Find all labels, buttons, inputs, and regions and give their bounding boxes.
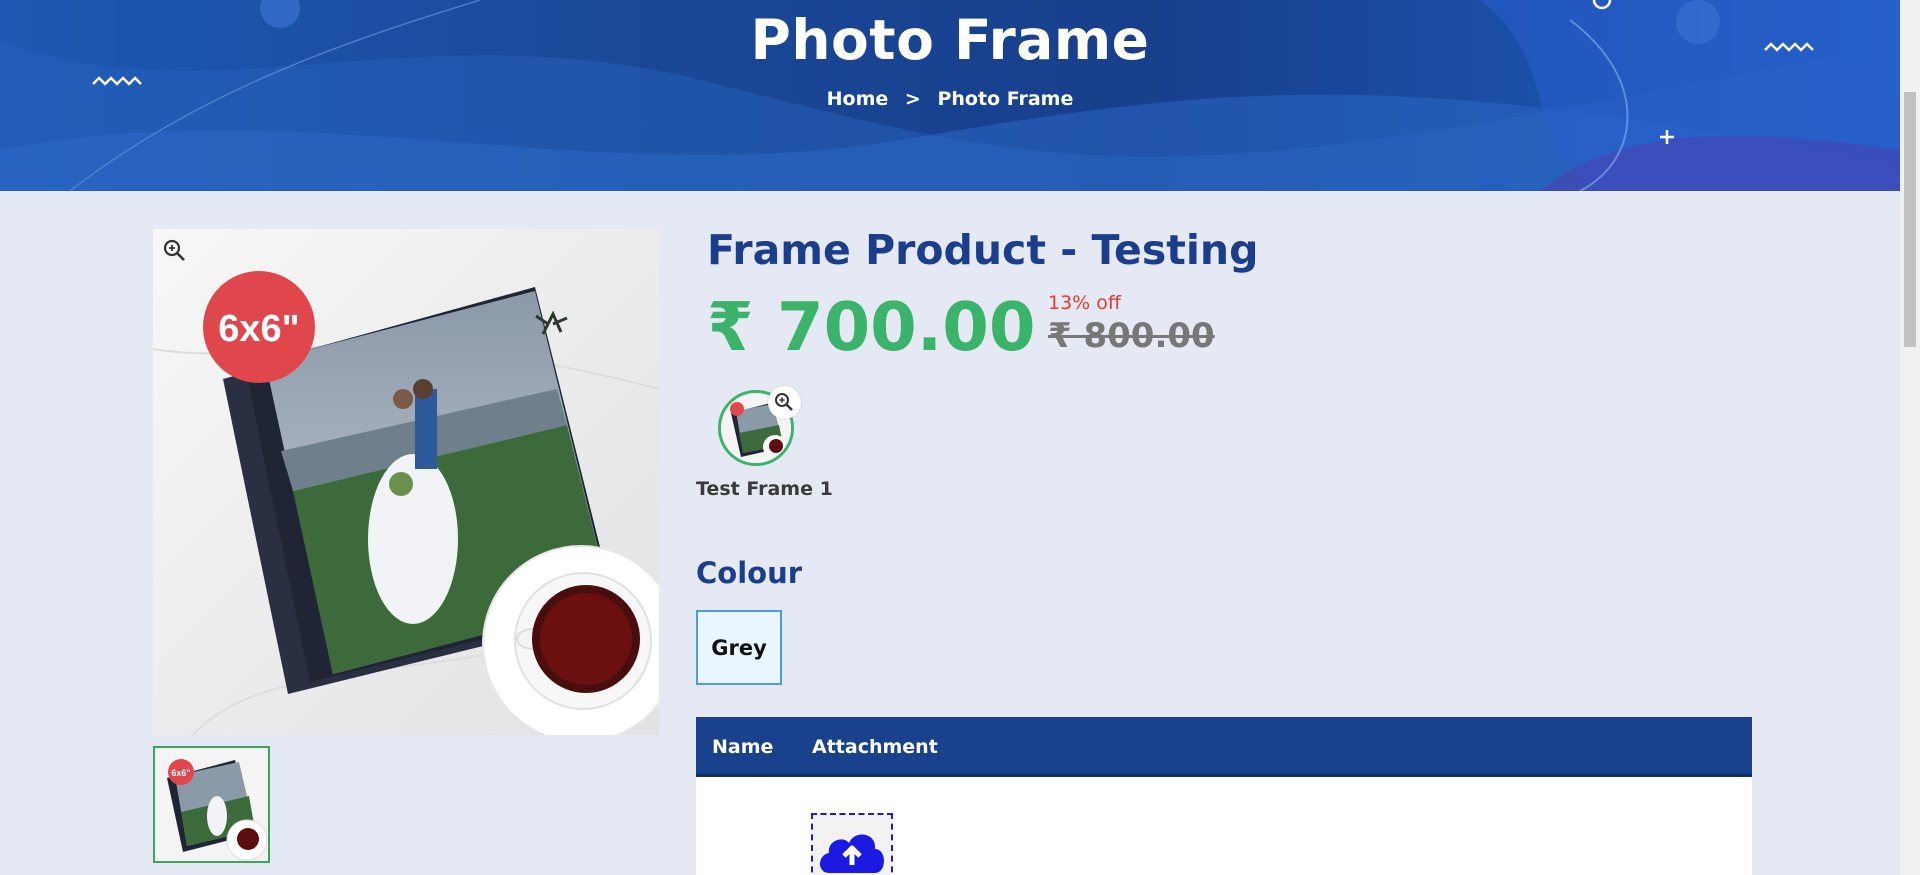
product-main-image[interactable]: 6x6" (153, 229, 659, 735)
breadcrumb-separator: > (904, 88, 921, 110)
thumb-badge: 6x6" (171, 768, 190, 778)
original-price: ₹ 800.00 (1048, 316, 1215, 356)
colour-option-grey[interactable]: Grey (696, 610, 782, 685)
page-banner: Photo Frame Home > Photo Frame (0, 0, 1900, 191)
product-price: ₹ 700.00 (707, 288, 1036, 366)
product-title: Frame Product - Testing (707, 226, 1259, 274)
page-scrollbar[interactable] (1900, 0, 1920, 875)
upload-attachment-button[interactable] (811, 813, 893, 875)
breadcrumb-home-link[interactable]: Home (827, 88, 889, 110)
breadcrumb: Home > Photo Frame (0, 88, 1900, 110)
column-header-attachment: Attachment (812, 736, 938, 758)
page-title: Photo Frame (750, 8, 1150, 72)
thumbnail-image: 6x6" (167, 759, 268, 861)
column-header-name: Name (712, 736, 774, 758)
colour-heading: Colour (696, 556, 803, 590)
gallery-thumbnail[interactable]: 6x6" (153, 746, 270, 863)
breadcrumb-current: Photo Frame (937, 88, 1074, 110)
photo-album-image: 6x6" (153, 271, 659, 735)
discount-badge: 13% off (1048, 292, 1121, 314)
scrollbar-thumb[interactable] (1904, 92, 1916, 347)
cloud-upload-icon (820, 834, 884, 873)
size-badge: 6x6" (218, 308, 299, 350)
variant-label: Test Frame 1 (696, 478, 833, 500)
zoom-in-icon[interactable] (162, 238, 188, 264)
attachments-table-header: Name Attachment (696, 717, 1752, 777)
variant-zoom-icon[interactable] (768, 386, 801, 419)
